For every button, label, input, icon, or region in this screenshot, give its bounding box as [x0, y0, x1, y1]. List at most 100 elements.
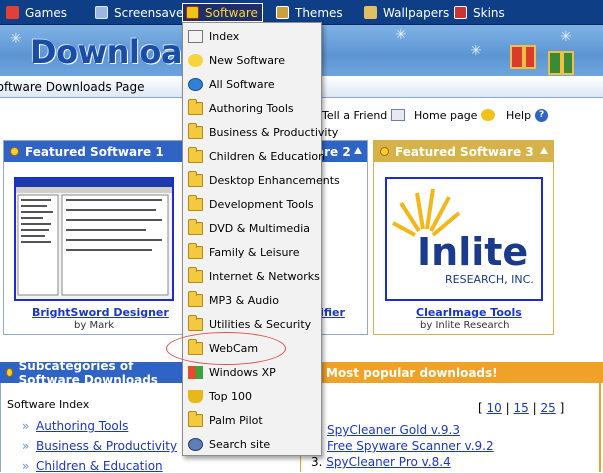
menu-item-label: All Software: [209, 77, 275, 91]
popular-item[interactable]: Free Spyware Scanner v.9.2: [327, 439, 494, 453]
bullet-icon: [10, 147, 19, 156]
menu-item-label: Family & Leisure: [209, 245, 300, 259]
divider: [0, 383, 1, 472]
nav-item-screensavers[interactable]: Screensavers: [95, 3, 195, 22]
monitor-icon: [95, 6, 108, 19]
menu-item-label: Internet & Networks: [209, 269, 320, 283]
skins-icon: [454, 6, 467, 19]
pager-separator: |: [532, 401, 537, 415]
menu-item-label: Top 100: [209, 389, 253, 403]
menu-item-label: Utilities & Security: [209, 317, 312, 331]
popular-item[interactable]: 3. SpyCleaner Pro v.8.4: [311, 455, 451, 469]
tell-a-friend-link[interactable]: Tell a Friend: [322, 107, 406, 123]
folder-icon: [188, 98, 203, 115]
menu-item-new-software[interactable]: New Software: [183, 49, 321, 71]
menu-item-mp3-audio[interactable]: MP3 & Audio: [183, 289, 321, 311]
menu-item-family-leisure[interactable]: Family & Leisure: [183, 241, 321, 263]
popular-downloads-header: Most popular downloads!: [300, 362, 603, 383]
nav-label-software: Software: [205, 5, 258, 20]
featured-3-author: by Inlite Research: [420, 320, 510, 331]
menu-item-authoring-tools[interactable]: Authoring Tools: [183, 97, 321, 119]
home-page-link[interactable]: Home page: [414, 107, 496, 123]
menu-item-label: Desktop Enhancements: [209, 173, 340, 187]
pager-option-15[interactable]: 15: [514, 401, 529, 415]
menu-item-top-100[interactable]: Top 100: [183, 385, 321, 407]
screenshot-image: [16, 179, 172, 296]
featured-panel-3: Featured Software 3 Inlite RESEARCH, INC…: [373, 140, 554, 335]
nav-item-wallpapers[interactable]: Wallpapers: [364, 3, 449, 22]
subcategory-link[interactable]: Children & Education: [22, 459, 163, 473]
featured-1-author: by Mark: [74, 320, 115, 331]
menu-item-search-site[interactable]: Search site: [183, 433, 321, 455]
folder-icon: [188, 410, 203, 427]
menu-item-business-productivity[interactable]: Business & Productivity: [183, 121, 338, 143]
menu-item-palm-pilot[interactable]: Palm Pilot: [183, 409, 321, 431]
folder-icon: [188, 170, 203, 187]
pager-separator: |: [505, 401, 510, 415]
subcategories-title: Subcategories of Software Downloads: [18, 358, 158, 387]
nav-item-software[interactable]: Software: [182, 3, 263, 22]
bullet-icon: [6, 368, 13, 377]
folder-icon: [188, 266, 203, 283]
featured-3-title: Featured Software 3: [395, 144, 534, 159]
gift-icon: [548, 51, 574, 75]
folder-icon: [188, 194, 203, 211]
menu-item-label: Development Tools: [209, 197, 314, 211]
nav-item-games[interactable]: Games: [6, 3, 67, 22]
software-index-label: Software Index: [7, 398, 90, 411]
menu-item-all-software[interactable]: All Software: [183, 73, 321, 95]
menu-item-desktop-enhancements[interactable]: Desktop Enhancements: [183, 169, 340, 191]
menu-item-dvd-multimedia[interactable]: DVD & Multimedia: [183, 217, 321, 239]
inlite-logo-text: Inlite: [417, 230, 528, 274]
pager-option-25[interactable]: 25: [540, 401, 555, 415]
breadcrumb-text: Software Downloads Page: [0, 80, 145, 94]
bell-icon: [481, 109, 496, 121]
featured-1-title: Featured Software 1: [25, 144, 164, 159]
popular-item-link[interactable]: SpyCleaner Pro v.8.4: [326, 455, 450, 469]
menu-item-index[interactable]: Index: [183, 25, 321, 47]
snowflake-icon: ✳: [470, 43, 482, 59]
tell-a-friend-label: Tell a Friend: [322, 108, 388, 122]
envelope-icon: [391, 109, 406, 121]
help-link[interactable]: Help ?: [506, 107, 549, 123]
snowflake-icon: ✳: [10, 31, 22, 47]
nav-label-games: Games: [25, 5, 67, 20]
popular-item[interactable]: SpyCleaner Gold v.9.3: [327, 423, 460, 437]
menu-item-development-tools[interactable]: Development Tools: [183, 193, 321, 215]
themes-icon: [276, 6, 289, 19]
brightsword-screenshot[interactable]: [14, 177, 174, 301]
nav-item-themes[interactable]: Themes: [276, 3, 343, 22]
folder-icon: [188, 218, 203, 235]
nav-item-skins[interactable]: Skins: [454, 3, 505, 22]
menu-item-internet-networks[interactable]: Internet & Networks: [183, 265, 321, 287]
divider: [599, 383, 601, 472]
menu-item-windows-xp[interactable]: Windows XP: [183, 361, 321, 383]
menu-item-utilities-security[interactable]: Utilities & Security: [183, 313, 321, 335]
nav-label-skins: Skins: [473, 5, 505, 20]
highlight-ellipse: [166, 332, 286, 365]
search-icon: [188, 437, 203, 451]
subcategory-link[interactable]: Business & Productivity: [22, 439, 177, 453]
software-dropdown-menu: Index New Software All Software Authorin…: [182, 22, 340, 456]
menu-item-children-education[interactable]: Children & Education: [183, 145, 325, 167]
menu-item-label: Index: [209, 29, 240, 43]
folder-icon: [188, 146, 203, 163]
inlite-logo-image[interactable]: Inlite RESEARCH, INC.: [385, 177, 543, 301]
pager-option-10[interactable]: 10: [487, 401, 502, 415]
subcategory-link[interactable]: Authoring Tools: [22, 419, 128, 433]
featured-1-name[interactable]: BrightSword Designer: [32, 306, 169, 319]
gift-icon: [510, 45, 536, 69]
globe-icon: [188, 77, 203, 91]
collapse-arrow-icon[interactable]: [540, 147, 548, 154]
menu-item-label: Children & Education: [209, 149, 326, 163]
popular-item-link[interactable]: SpyCleaner Gold v.9.3: [327, 423, 460, 437]
nav-label-wallpapers: Wallpapers: [383, 5, 450, 20]
popular-item-link[interactable]: Free Spyware Scanner v.9.2: [327, 439, 494, 453]
featured-3-name[interactable]: ClearImage Tools: [416, 306, 522, 319]
home-icon: [188, 29, 203, 43]
gamepad-icon: [6, 6, 19, 19]
home-page-label: Home page: [414, 108, 478, 122]
bullet-icon: [380, 147, 389, 156]
collapse-arrow-icon[interactable]: [354, 147, 362, 154]
menu-item-label: Business & Productivity: [209, 125, 339, 139]
